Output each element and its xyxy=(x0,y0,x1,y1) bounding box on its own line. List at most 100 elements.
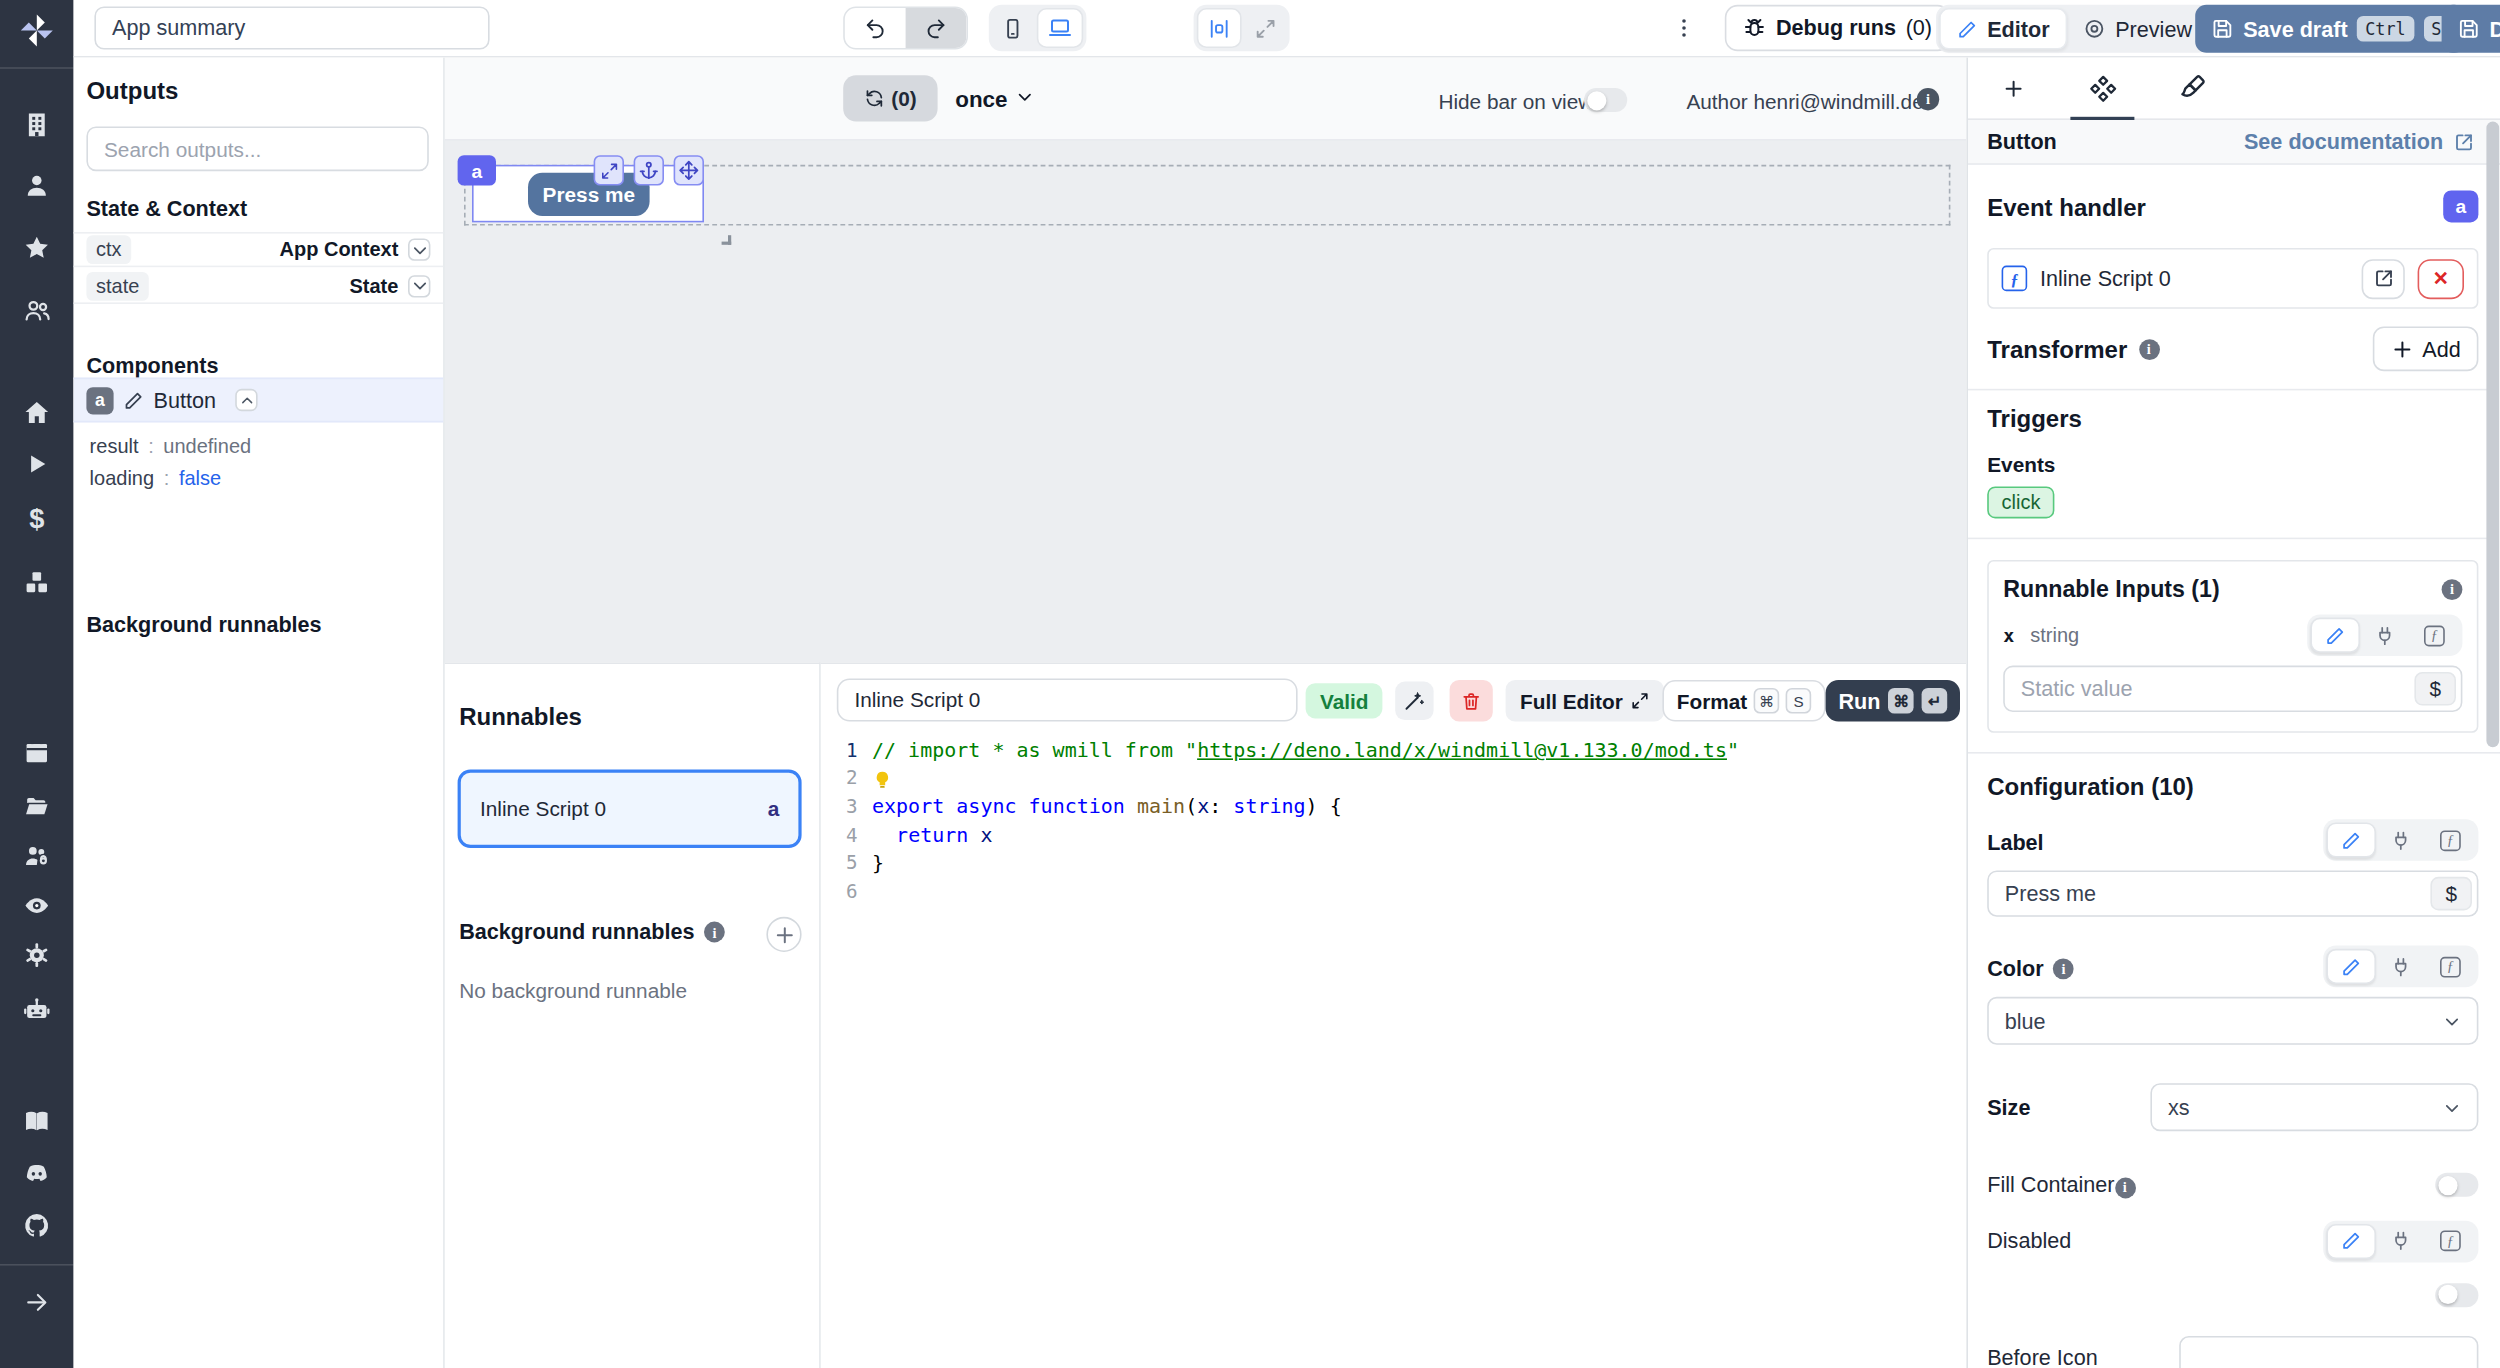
refresh-mode-label[interactable]: once xyxy=(955,86,1007,112)
static-mode-button[interactable] xyxy=(2326,949,2376,984)
folder-icon[interactable] xyxy=(23,793,50,820)
before-icon-input[interactable] xyxy=(2179,1335,2478,1368)
users-icon[interactable] xyxy=(23,297,50,324)
lightbulb-icon[interactable] xyxy=(872,769,893,790)
calendar-icon[interactable] xyxy=(23,738,50,765)
ctx-row[interactable]: ctx App Context xyxy=(74,232,444,267)
add-transformer-button[interactable]: Add xyxy=(2373,326,2479,371)
info-icon[interactable]: i xyxy=(2138,338,2159,359)
search-outputs-input[interactable]: Search outputs... xyxy=(86,126,428,171)
event-script-row[interactable]: ƒ Inline Script 0 ✕ xyxy=(1987,248,2478,309)
info-icon[interactable]: i xyxy=(2114,1177,2135,1198)
mobile-view-button[interactable] xyxy=(992,8,1034,48)
eval-mode-button[interactable]: ƒ xyxy=(2426,1223,2476,1258)
connect-mode-button[interactable] xyxy=(2376,1223,2426,1258)
result-prop[interactable]: result:undefined xyxy=(90,435,252,457)
eval-mode-button[interactable]: ƒ xyxy=(2410,618,2460,653)
undo-button[interactable] xyxy=(845,8,906,48)
robot-icon[interactable] xyxy=(23,996,50,1023)
code-line[interactable]: 3export async function main(x: string) { xyxy=(821,792,1967,820)
size-select[interactable]: xs xyxy=(2150,1083,2478,1131)
see-documentation-link[interactable]: See documentation xyxy=(2244,130,2475,154)
book-icon[interactable] xyxy=(23,1108,50,1135)
users-gear-icon[interactable] xyxy=(23,842,50,869)
resize-handle[interactable] xyxy=(722,235,732,245)
eye-icon[interactable] xyxy=(23,892,50,919)
loading-prop[interactable]: loading:false xyxy=(90,467,222,489)
remove-script-button[interactable]: ✕ xyxy=(2418,258,2464,298)
cubes-icon[interactable] xyxy=(23,569,50,596)
anchor-handle-button[interactable] xyxy=(634,155,664,185)
connect-mode-button[interactable] xyxy=(2376,822,2426,857)
app-summary-input[interactable]: App summary xyxy=(94,6,489,49)
add-background-runnable-button[interactable] xyxy=(766,917,801,952)
delete-script-button[interactable] xyxy=(1450,680,1493,722)
dollar-icon[interactable]: $ xyxy=(29,504,44,536)
run-button[interactable]: Run ⌘ ↵ xyxy=(1826,680,1961,722)
discord-icon[interactable] xyxy=(23,1161,50,1188)
more-menu-button[interactable] xyxy=(1672,16,1696,40)
press-me-button[interactable]: Press me xyxy=(528,173,650,216)
refresh-button[interactable]: (0) xyxy=(843,75,937,121)
edit-id-icon[interactable] xyxy=(123,390,144,411)
ai-assist-button[interactable] xyxy=(1395,682,1433,720)
tab-insert[interactable] xyxy=(1968,58,2058,119)
format-button[interactable]: Format ⌘ S xyxy=(1662,680,1825,722)
eval-mode-button[interactable]: ƒ xyxy=(2426,822,2476,857)
code-line[interactable]: 4 return x xyxy=(821,820,1967,848)
scrollbar-thumb[interactable] xyxy=(2486,122,2499,748)
tab-styling[interactable] xyxy=(2147,58,2237,119)
info-icon[interactable]: i xyxy=(2442,578,2463,599)
author-info-icon[interactable]: i xyxy=(1917,88,1939,110)
play-icon[interactable] xyxy=(23,450,50,477)
state-expand-button[interactable] xyxy=(408,274,430,296)
ctx-expand-button[interactable] xyxy=(408,238,430,260)
static-mode-button[interactable] xyxy=(2326,1223,2376,1258)
mode-chevron-icon[interactable] xyxy=(1014,86,1035,107)
building-icon[interactable] xyxy=(23,111,50,138)
github-icon[interactable] xyxy=(23,1212,50,1239)
fullscreen-button[interactable] xyxy=(1245,8,1287,48)
user-icon[interactable] xyxy=(23,172,50,199)
script-name-input[interactable]: Inline Script 0 xyxy=(837,678,1298,721)
code-line[interactable]: 5} xyxy=(821,849,1967,877)
editor-tab[interactable]: Editor xyxy=(1939,8,2067,50)
gear-icon[interactable] xyxy=(23,942,50,969)
tab-settings[interactable] xyxy=(2058,58,2148,119)
template-button[interactable]: $ xyxy=(2414,672,2456,706)
desktop-view-button[interactable] xyxy=(1037,8,1083,48)
code-line[interactable]: 1// import * as wmill from "https://deno… xyxy=(821,736,1967,764)
full-editor-button[interactable]: Full Editor xyxy=(1506,680,1665,722)
code-line[interactable]: 2 xyxy=(821,764,1967,792)
deploy-button[interactable]: Deploy xyxy=(2442,5,2500,53)
expand-handle-button[interactable] xyxy=(594,155,624,185)
static-mode-button[interactable] xyxy=(2326,822,2376,857)
info-icon[interactable]: i xyxy=(2053,958,2074,979)
inline-script-item[interactable]: Inline Script 0 a xyxy=(458,770,802,848)
disabled-toggle[interactable] xyxy=(2435,1282,2478,1306)
arrow-right-icon[interactable] xyxy=(24,1290,50,1316)
connect-mode-button[interactable] xyxy=(2376,949,2426,984)
fill-container-toggle[interactable] xyxy=(2435,1173,2478,1197)
debug-runs-button[interactable]: Debug runs(0) xyxy=(1725,5,1950,51)
star-icon[interactable] xyxy=(23,234,50,261)
label-input[interactable]: Press me $ xyxy=(1987,870,2478,916)
redo-button[interactable] xyxy=(906,8,967,48)
move-handle-button[interactable] xyxy=(674,155,704,185)
static-value-input[interactable]: Static value $ xyxy=(2003,666,2462,712)
code-line[interactable]: 6 xyxy=(821,877,1967,905)
center-align-button[interactable] xyxy=(1197,8,1242,48)
state-row[interactable]: state State xyxy=(74,269,444,304)
template-button[interactable]: $ xyxy=(2430,877,2472,911)
preview-tab[interactable]: Preview xyxy=(2067,8,2208,50)
home-icon[interactable] xyxy=(23,399,50,426)
color-select[interactable]: blue xyxy=(1987,997,2478,1045)
selected-component[interactable]: Press me xyxy=(472,165,704,223)
collapse-component-button[interactable] xyxy=(235,389,257,411)
windmill-logo-icon[interactable] xyxy=(18,11,56,49)
connect-mode-button[interactable] xyxy=(2360,618,2410,653)
component-row-button[interactable]: a Button xyxy=(74,378,444,423)
info-icon[interactable]: i xyxy=(704,922,725,943)
hide-bar-toggle[interactable] xyxy=(1584,88,1627,112)
app-canvas[interactable]: Press me a xyxy=(445,141,1967,663)
